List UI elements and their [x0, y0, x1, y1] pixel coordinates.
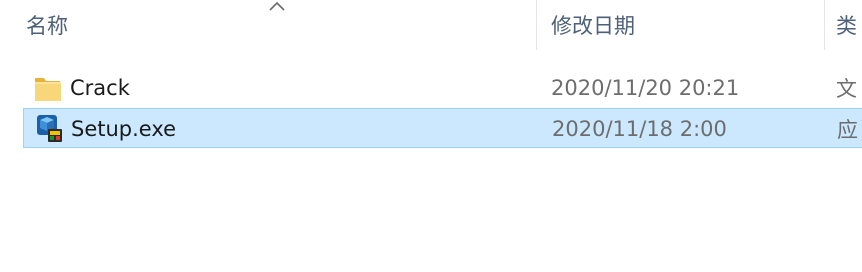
file-name: Crack: [70, 76, 130, 100]
file-date-modified: 2020/11/18 2:00: [552, 117, 727, 141]
file-date-modified: 2020/11/20 20:21: [551, 76, 740, 100]
column-header-date-label: 修改日期: [551, 14, 635, 38]
file-row-crack[interactable]: Crack 2020/11/20 20:21 文: [23, 68, 862, 108]
column-header-type[interactable]: 类: [825, 0, 862, 50]
folder-icon: [35, 78, 61, 101]
setup-installer-icon: [37, 115, 62, 142]
file-type: 应: [837, 118, 858, 142]
file-name: Setup.exe: [71, 117, 177, 141]
column-header-row: 名称 修改日期 类: [0, 0, 862, 50]
column-header-date-modified[interactable]: 修改日期: [537, 0, 824, 50]
sort-ascending-chevron-icon: [269, 1, 285, 11]
file-row-setup-exe[interactable]: Setup.exe 2020/11/18 2:00 应: [23, 108, 862, 148]
column-header-type-label: 类: [836, 14, 857, 38]
file-explorer-list-view: 名称 修改日期 类 Crack 2020/11/20 20:21 文 Setup…: [0, 0, 862, 272]
file-type: 文: [836, 77, 857, 101]
column-header-name-label: 名称: [26, 14, 68, 38]
